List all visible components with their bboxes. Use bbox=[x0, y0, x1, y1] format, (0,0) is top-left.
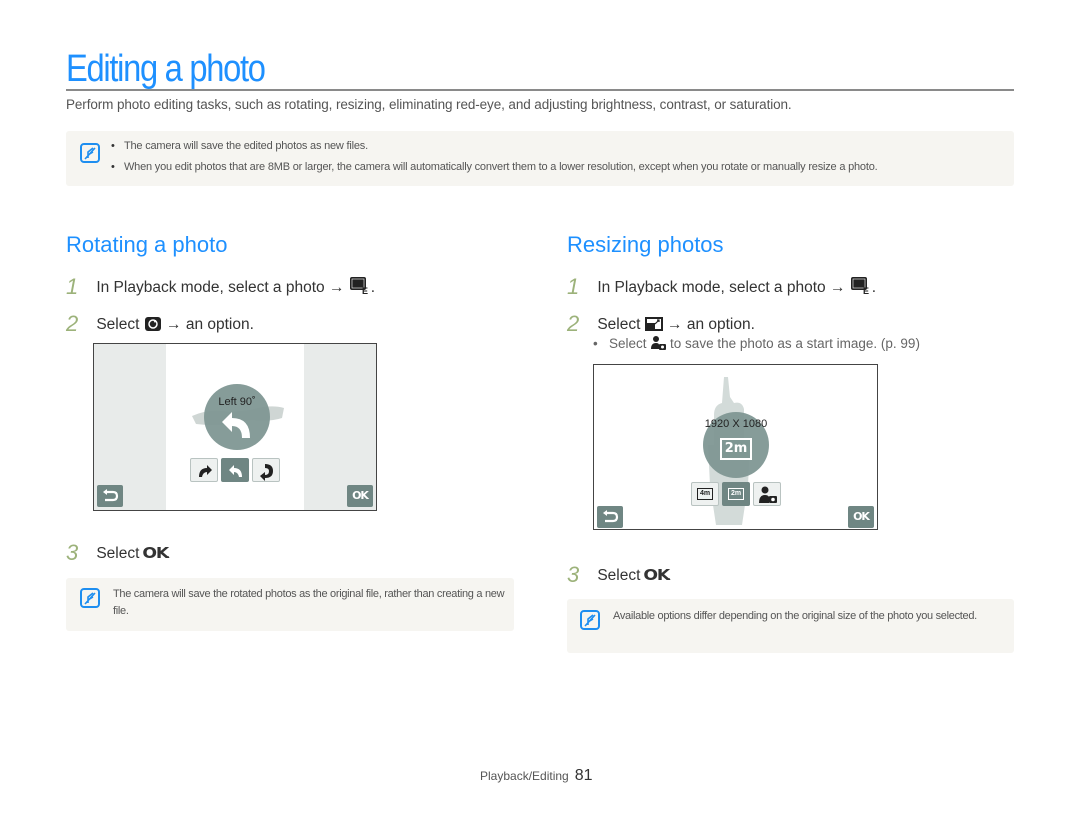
note-bullet: When you edit photos that are 8MB or lar… bbox=[111, 157, 878, 178]
rotate-left-large-icon bbox=[222, 412, 250, 438]
rotating-step-2: 2 Select → an option. bbox=[66, 311, 254, 337]
rotate-right-option[interactable] bbox=[190, 458, 218, 482]
size-2m-icon: 2m bbox=[728, 488, 744, 500]
title-divider bbox=[66, 89, 1014, 91]
start-image-option[interactable] bbox=[753, 482, 781, 506]
page-title: Editing a photo bbox=[66, 48, 266, 90]
footer-section: Playback/Editing bbox=[480, 769, 569, 783]
ok-icon: OK bbox=[142, 544, 169, 562]
resize-camera-screen: 1920 X 1080 2m 4m 2m OK bbox=[593, 364, 878, 530]
intro-text: Perform photo editing tasks, such as rot… bbox=[66, 97, 792, 112]
edit-mode-icon: E bbox=[850, 275, 872, 300]
note-bullet: The camera will save the edited photos a… bbox=[111, 136, 877, 157]
rotating-note: The camera will save the rotated photos … bbox=[66, 578, 514, 631]
page-number: 81 bbox=[574, 767, 593, 784]
note-text: The camera will save the rotated photos … bbox=[113, 588, 505, 617]
step-text: In Playback mode, select a photo → bbox=[96, 279, 345, 296]
resolution-label: 1920 X 1080 bbox=[704, 418, 768, 430]
step-number: 1 bbox=[66, 274, 79, 299]
size-4m-icon: 4m bbox=[697, 488, 713, 500]
ok-icon: OK bbox=[643, 566, 670, 584]
start-image-icon bbox=[759, 486, 777, 503]
edit-mode-icon: E bbox=[349, 275, 371, 300]
start-image-icon bbox=[650, 335, 667, 354]
back-button[interactable] bbox=[97, 485, 123, 507]
note-icon bbox=[80, 143, 100, 163]
svg-text:E: E bbox=[362, 286, 368, 295]
step-number: 1 bbox=[567, 274, 580, 299]
page-footer: Playback/Editing 81 bbox=[480, 767, 593, 785]
step-number: 3 bbox=[567, 562, 580, 587]
size-2m-large-icon: 2m bbox=[720, 438, 752, 460]
resizing-note: Available options differ depending on th… bbox=[567, 599, 1014, 653]
rotate-180-option[interactable] bbox=[252, 458, 280, 482]
section-title-resizing: Resizing photos bbox=[567, 232, 724, 257]
rotation-label: Left 90˚ bbox=[218, 396, 256, 408]
back-icon bbox=[603, 510, 619, 523]
resize-icon bbox=[644, 316, 663, 337]
size-4m-option[interactable]: 4m bbox=[691, 482, 719, 506]
ok-button[interactable]: OK bbox=[848, 506, 874, 528]
resizing-sub-bullet: • Select to save the photo as a start im… bbox=[593, 335, 920, 354]
resizing-step-1: 1 In Playback mode, select a photo → E . bbox=[567, 274, 877, 300]
rotate-left-icon bbox=[229, 465, 242, 477]
step-number: 2 bbox=[567, 311, 580, 336]
svg-text:E: E bbox=[863, 286, 869, 295]
section-title-rotating: Rotating a photo bbox=[66, 232, 228, 257]
note-icon bbox=[580, 610, 600, 630]
back-button[interactable] bbox=[597, 506, 623, 528]
top-note: The camera will save the edited photos a… bbox=[66, 131, 1014, 186]
rotate-right-icon bbox=[199, 465, 212, 477]
step-number: 2 bbox=[66, 311, 79, 336]
ok-button[interactable]: OK bbox=[347, 485, 373, 507]
rotate-icon bbox=[144, 316, 162, 337]
size-2m-option[interactable]: 2m bbox=[722, 482, 750, 506]
rotate-180-icon bbox=[260, 464, 273, 481]
note-text: Available options differ depending on th… bbox=[613, 610, 977, 622]
rotating-step-3: 3 Select OK. bbox=[66, 540, 171, 565]
rotating-step-1: 1 In Playback mode, select a photo → E . bbox=[66, 274, 376, 300]
step-number: 3 bbox=[66, 540, 79, 565]
note-icon bbox=[80, 588, 100, 608]
rotate-left-option[interactable] bbox=[221, 458, 249, 482]
rotate-camera-screen: Left 90˚ OK bbox=[93, 343, 377, 511]
back-icon bbox=[103, 489, 119, 502]
resizing-step-2: 2 Select → an option. bbox=[567, 311, 755, 337]
resizing-step-3: 3 Select OK. bbox=[567, 562, 672, 587]
